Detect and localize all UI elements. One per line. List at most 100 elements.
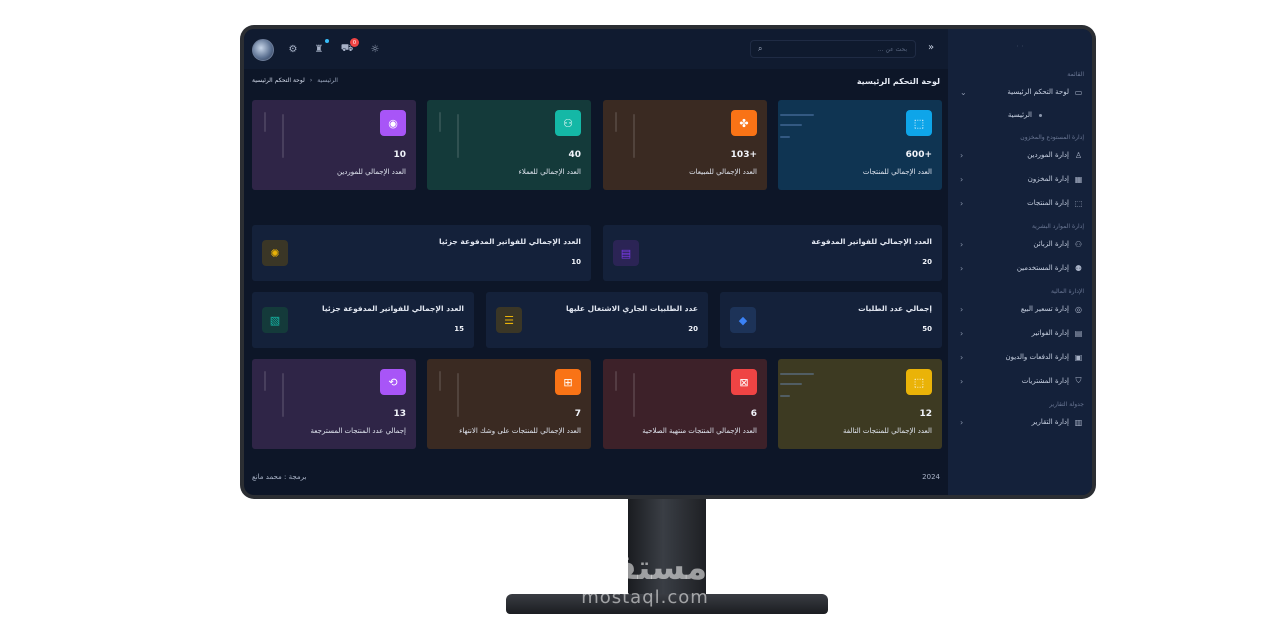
chevron-left-icon: ‹ <box>960 198 964 208</box>
stat-label: إجمالي عدد المنتجات المسترجعة <box>310 427 406 435</box>
boxes-icon: ⊞ <box>555 369 581 395</box>
footer-credit: برمجة : محمد مانع <box>252 473 307 481</box>
chevron-left-icon: ‹ <box>960 328 964 338</box>
stat-card[interactable]: ⬚ 12 العدد الإجمالي للمنتجات التالفة <box>778 359 942 449</box>
sidebar-item-label: لوحة التحكم الرئيسية <box>1007 88 1069 96</box>
avatar[interactable] <box>252 39 274 61</box>
stat-card[interactable]: ⊠ 6 العدد الإجمالي المنتجات منتهية الصلاحي… <box>603 359 767 449</box>
stat-card[interactable]: ✤ 103+ العدد الإجمالي للمبيعات <box>603 100 767 190</box>
stat-value: 103+ <box>730 150 757 160</box>
stat-value: 6 <box>750 409 757 419</box>
supplier-icon: ◉ <box>380 110 406 136</box>
notification-dot <box>325 39 329 43</box>
box-icon: ⬚ <box>906 110 932 136</box>
stat-label: إجمالي عدد الطلبات <box>858 304 932 313</box>
stat-card[interactable]: ⚇ 40 العدد الإجمالي للعملاء <box>427 100 591 190</box>
sidebar-item-label: إدارة الدفعات والديون <box>1005 353 1069 361</box>
breadcrumb-separator: ‹ <box>309 77 313 84</box>
stat-card-wide[interactable]: العدد الإجمالي للفواتير المدفوعة جزئيا 10… <box>252 225 591 281</box>
stat-card-wide[interactable]: العدد الإجمالي للفواتير المدفوعة 20 ▤ <box>603 225 942 281</box>
users-icon: ⚇ <box>1074 239 1083 249</box>
box-icon: ⬚ <box>906 369 932 395</box>
decor-bar <box>457 373 459 417</box>
sidebar-item[interactable]: ◎ إدارة تسعير البيع ‹ <box>948 297 1092 321</box>
sidebar-item[interactable]: ▥ إدارة التقارير ‹ <box>948 410 1092 434</box>
decor-bar <box>264 112 266 132</box>
decor-bar <box>633 114 635 158</box>
breadcrumb-home[interactable]: الرئيسية <box>317 77 338 84</box>
topbar: ⚙ ♜ ⛟ 0 ☼ ⌕ » <box>244 29 948 69</box>
sidebar-item-dashboard[interactable]: ▭ لوحة التحكم الرئيسية ⌄ <box>948 80 1092 104</box>
search-box[interactable]: ⌕ <box>750 40 916 58</box>
graduation-cap-icon[interactable]: ♜ <box>312 42 326 56</box>
sidebar-item[interactable]: ▤ إدارة الفواتير ‹ <box>948 321 1092 345</box>
decor-bar <box>264 371 266 391</box>
stat-value: 50 <box>922 325 932 333</box>
sidebar-heading: جدولة التقارير <box>1049 401 1084 408</box>
sidebar-logo: · · <box>1016 41 1024 51</box>
stat-value: 10 <box>393 150 406 160</box>
basket-icon: ⛉ <box>1075 376 1082 385</box>
watermark-english: mostaql.com <box>581 587 709 608</box>
sidebar-item[interactable]: ⛉ إدارة المشتريات ‹ <box>948 369 1092 393</box>
decor-line <box>780 383 802 385</box>
stat-label: عدد الطلبيات الجاري الاشتغال عليها <box>566 304 698 313</box>
cube-icon: ◆ <box>730 307 756 333</box>
sidebar-item-label: إدارة الموردين <box>1027 151 1069 159</box>
user-cog-icon: ⚉ <box>1074 263 1083 273</box>
sidebar-item-label: إدارة المخزون <box>1027 175 1069 183</box>
stat-card[interactable]: ⟲ 13 إجمالي عدد المنتجات المسترجعة <box>252 359 416 449</box>
sidebar-subitem-home[interactable]: الرئيسية <box>948 104 1092 126</box>
search-icon[interactable]: ⌕ <box>758 44 762 54</box>
sidebar-item-label: إدارة المستخدمين <box>1016 264 1069 272</box>
stat-card[interactable]: ⊞ 7 العدد الإجمالي للمنتجات على وشك الانته… <box>427 359 591 449</box>
gear-icon[interactable]: ⚙ <box>286 42 300 56</box>
stat-label: العدد الإجمالي للموردين <box>337 168 406 176</box>
box-return-icon: ⟲ <box>380 369 406 395</box>
sidebar-heading: الإدارة المالية <box>1050 288 1084 295</box>
decor-line <box>780 124 802 126</box>
chevron-down-icon: ⌄ <box>960 87 967 97</box>
stat-card[interactable]: ⬚ 600+ العدد الإجمالي للمنتجات <box>778 100 942 190</box>
breadcrumb: الرئيسية ‹ لوحة التحكم الرئيسية <box>252 77 338 84</box>
chevron-left-icon: ‹ <box>960 417 964 427</box>
search-input[interactable] <box>777 45 907 53</box>
sun-icon[interactable]: ☼ <box>368 42 382 56</box>
sidebar-item[interactable]: ⚇ إدارة الزبائن ‹ <box>948 232 1092 256</box>
monitor-bezel: ⚙ ♜ ⛟ 0 ☼ ⌕ » لوحة التحكم الرئيسية الرئي… <box>240 25 1096 499</box>
list-icon: ☰ <box>496 307 522 333</box>
box-x-icon: ⊠ <box>731 369 757 395</box>
clipboard-icon: ▧ <box>262 307 288 333</box>
sidebar-item[interactable]: ▦ إدارة المخزون ‹ <box>948 167 1092 191</box>
user-icon: ♙ <box>1074 150 1083 160</box>
stat-label: العدد الإجمالي للفواتير المدفوعة جزئيا <box>322 304 464 313</box>
sidebar-subitem-label: الرئيسية <box>1007 111 1032 119</box>
stat-value: 40 <box>568 150 581 160</box>
report-icon: ▥ <box>1074 417 1083 427</box>
sidebar-item[interactable]: ▣ إدارة الدفعات والديون ‹ <box>948 345 1092 369</box>
stat-card-wide[interactable]: عدد الطلبيات الجاري الاشتغال عليها 20 ☰ <box>486 292 708 348</box>
wallet-icon: ▣ <box>1074 352 1083 362</box>
stat-label: العدد الإجمالي للفواتير المدفوعة <box>811 237 932 246</box>
sidebar-item-label: إدارة الزبائن <box>1033 240 1069 248</box>
sidebar-heading: إدارة الموارد البشرية <box>1031 223 1084 230</box>
stat-card-wide[interactable]: إجمالي عدد الطلبات 50 ◆ <box>720 292 942 348</box>
stat-label: العدد الإجمالي للمنتجات على وشك الانتهاء <box>459 427 581 435</box>
decor-bar <box>439 371 441 391</box>
stat-card-wide[interactable]: العدد الإجمالي للفواتير المدفوعة جزئيا 15… <box>252 292 474 348</box>
stat-label: العدد الإجمالي للمنتجات <box>862 168 932 176</box>
sidebar-item-label: إدارة تسعير البيع <box>1020 305 1069 313</box>
stat-value: 20 <box>922 258 932 266</box>
stat-card[interactable]: ◉ 10 العدد الإجمالي للموردين <box>252 100 416 190</box>
watermark-arabic: مستقل <box>582 548 708 588</box>
collapse-sidebar-button[interactable]: » <box>928 42 934 53</box>
sidebar-item-label: إدارة التقارير <box>1031 418 1069 426</box>
sidebar-item[interactable]: ⬚ إدارة المنتجات ‹ <box>948 191 1092 215</box>
decor-line <box>780 136 790 138</box>
warehouse-icon: ▦ <box>1074 174 1083 184</box>
decor-bar <box>282 373 284 417</box>
monitor-icon: ▭ <box>1074 87 1083 97</box>
sidebar-item[interactable]: ⚉ إدارة المستخدمين ‹ <box>948 256 1092 280</box>
decor-line <box>780 395 790 397</box>
sidebar-item[interactable]: ♙ إدارة الموردين ‹ <box>948 143 1092 167</box>
